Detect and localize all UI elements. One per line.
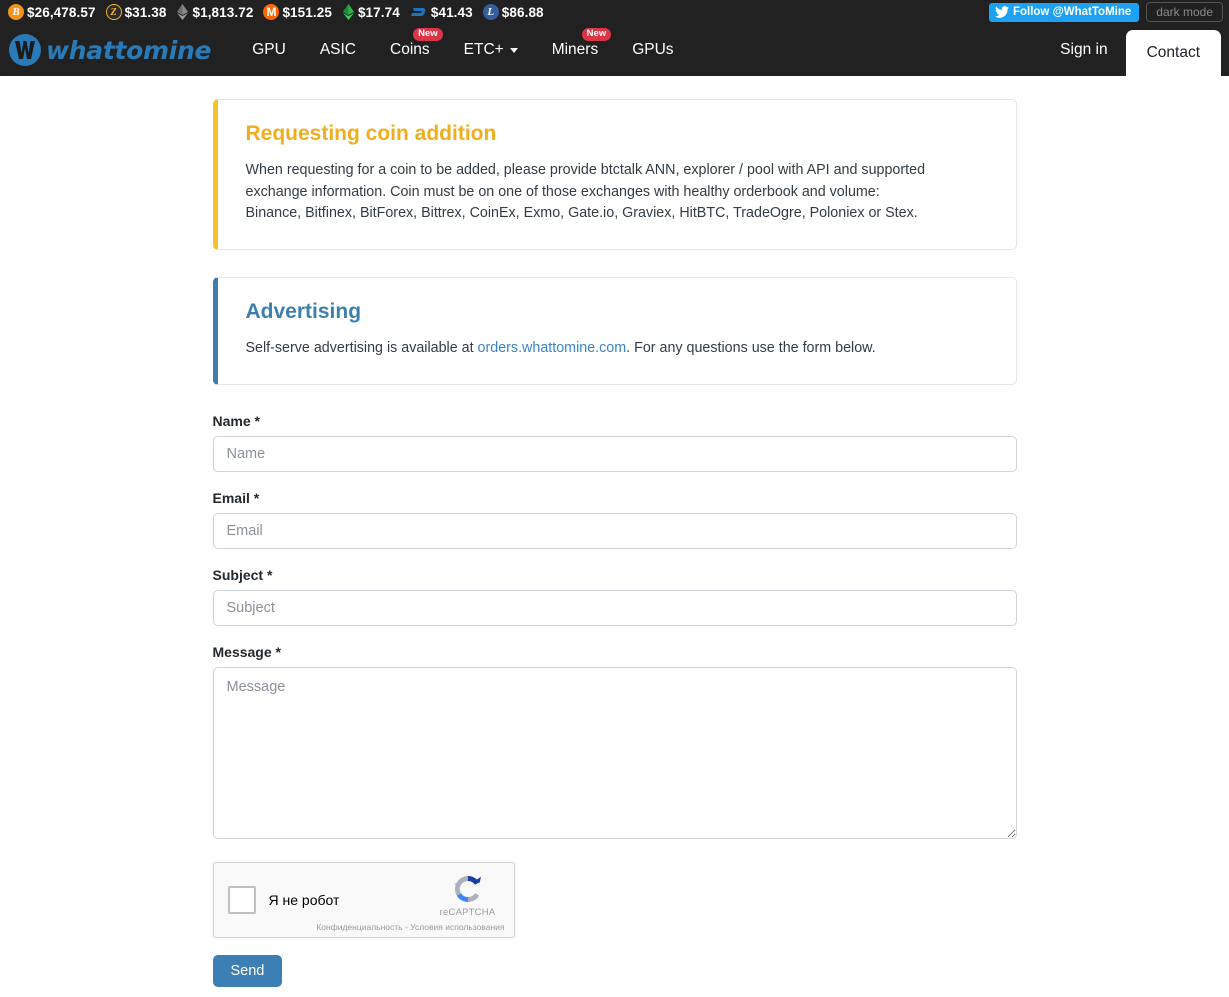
- ticker-item-monero[interactable]: M $151.25: [261, 4, 340, 20]
- ethereum-icon: [176, 4, 189, 20]
- message-label: Message *: [212, 643, 281, 660]
- nav-link-coins[interactable]: Coins New: [373, 24, 447, 76]
- chevron-down-icon: [509, 47, 518, 53]
- nav-link-etc-plus-label: ETC+: [463, 41, 504, 58]
- tab-contact[interactable]: Contact: [1125, 30, 1221, 76]
- brand-name: whattomine: [46, 35, 212, 65]
- send-button[interactable]: Send: [212, 954, 283, 987]
- form-group-name: Name *: [212, 412, 1017, 472]
- ticker-price-zcash: $31.38: [124, 4, 167, 20]
- coin-addition-title: Requesting coin addition: [245, 122, 497, 145]
- nav-badge-new-miners: New: [581, 28, 612, 42]
- email-input[interactable]: [212, 512, 1017, 549]
- subject-input[interactable]: [212, 589, 1017, 626]
- recaptcha-icon: [453, 875, 481, 902]
- sign-in-link[interactable]: Sign in: [1042, 24, 1125, 76]
- advertising-title: Advertising: [245, 300, 362, 324]
- monero-icon: M: [263, 4, 280, 20]
- coin-addition-notice: Requesting coin addition When requesting…: [212, 99, 1017, 251]
- subject-label: Subject *: [212, 566, 273, 583]
- ticker-item-dash[interactable]: $41.43: [408, 4, 481, 20]
- nav-link-etc-plus[interactable]: ETC+: [447, 24, 535, 76]
- recaptcha-terms: Конфиденциальность - Условия использован…: [316, 922, 504, 932]
- nav-link-asic[interactable]: ASIC: [303, 24, 373, 76]
- bitcoin-icon: B: [8, 4, 24, 20]
- ticker-price-monero: $151.25: [282, 4, 332, 20]
- recaptcha-branding: reCAPTCHA: [432, 872, 504, 918]
- nav-link-gpu-label: GPU: [252, 41, 286, 58]
- ticker-price-litecoin: $86.88: [501, 4, 544, 20]
- advertising-text-before: Self-serve advertising is available at: [245, 340, 478, 357]
- nav-link-asic-label: ASIC: [319, 41, 356, 58]
- recaptcha-checkbox[interactable]: [227, 885, 256, 914]
- form-group-message: Message *: [212, 643, 1017, 844]
- orders-whattomine-link[interactable]: orders.whattomine.com: [478, 340, 627, 356]
- nav-right-group: Sign in Contact: [1042, 24, 1229, 76]
- ticker-price-ethereum-classic: $17.74: [357, 4, 400, 20]
- contact-form: Name * Email * Subject * Message * Я не …: [212, 385, 1017, 987]
- email-label: Email *: [212, 489, 260, 506]
- page-content: Requesting coin addition When requesting…: [212, 76, 1017, 987]
- nav-links: GPU ASIC Coins New ETC+ Miners New GPUs: [235, 24, 690, 76]
- form-group-subject: Subject *: [212, 566, 1017, 626]
- main-navbar: whattomine GPU ASIC Coins New ETC+ Miner…: [0, 24, 1229, 76]
- ticker-price-ethereum: $1,813.72: [192, 4, 254, 20]
- ticker-item-ethereum[interactable]: $1,813.72: [174, 4, 261, 20]
- crypto-ticker-bar: B $26,478.57 Z $31.38 $1,813.72 M $151.2…: [0, 0, 1229, 24]
- recaptcha-widget[interactable]: Я не робот reCAPTCHA Конфиденциальность …: [212, 861, 515, 938]
- nav-link-gpu[interactable]: GPU: [235, 24, 303, 76]
- ticker-price-dash: $41.43: [430, 4, 473, 20]
- message-textarea[interactable]: [212, 666, 1017, 839]
- ticker-item-zcash[interactable]: Z $31.38: [104, 4, 175, 20]
- whattomine-logo-icon: [8, 33, 42, 67]
- twitter-follow-button[interactable]: Follow @WhatToMine: [988, 2, 1140, 22]
- name-input[interactable]: [212, 435, 1017, 472]
- nav-link-miners[interactable]: Miners New: [535, 24, 616, 76]
- twitter-icon: [995, 6, 1009, 18]
- brand-logo-link[interactable]: whattomine: [0, 24, 215, 76]
- recaptcha-checkbox-label: Я не робот: [268, 891, 340, 908]
- ticker-item-ethereum-classic[interactable]: $17.74: [340, 4, 408, 20]
- nav-link-coins-label: Coins: [390, 41, 430, 58]
- twitter-follow-label: Follow @WhatToMine: [1012, 6, 1132, 18]
- coin-addition-body: When requesting for a coin to be added, …: [246, 160, 990, 225]
- ticker-list: B $26,478.57 Z $31.38 $1,813.72 M $151.2…: [6, 4, 552, 20]
- ticker-price-bitcoin: $26,478.57: [27, 4, 96, 20]
- ticker-item-litecoin[interactable]: L $86.88: [481, 4, 552, 20]
- dash-icon: [410, 4, 428, 20]
- recaptcha-privacy-link[interactable]: Конфиденциальность: [316, 922, 402, 932]
- coin-addition-line1: When requesting for a coin to be added, …: [245, 162, 926, 200]
- name-label: Name *: [212, 412, 260, 429]
- nav-link-gpus-label: GPUs: [632, 41, 674, 58]
- recaptcha-brand-name: reCAPTCHA: [439, 906, 496, 918]
- nav-link-miners-label: Miners: [551, 41, 599, 58]
- ethereum-classic-icon: [342, 4, 355, 20]
- form-group-email: Email *: [212, 489, 1017, 549]
- zcash-icon: Z: [105, 4, 122, 20]
- nav-badge-new-coins: New: [413, 28, 443, 42]
- litecoin-icon: L: [482, 4, 499, 20]
- dark-mode-toggle[interactable]: dark mode: [1146, 2, 1223, 22]
- nav-link-gpus[interactable]: GPUs: [615, 24, 690, 76]
- ticker-item-bitcoin[interactable]: B $26,478.57: [6, 4, 104, 20]
- ticker-bar-controls: Follow @WhatToMine dark mode: [988, 0, 1223, 24]
- coin-addition-line2: Binance, Bitfinex, BitForex, Bittrex, Co…: [245, 205, 918, 222]
- advertising-body: Self-serve advertising is available at o…: [246, 338, 990, 360]
- recaptcha-terms-link[interactable]: Условия использования: [410, 922, 504, 932]
- advertising-notice: Advertising Self-serve advertising is av…: [212, 277, 1017, 385]
- advertising-text-after: . For any questions use the form below.: [626, 340, 876, 357]
